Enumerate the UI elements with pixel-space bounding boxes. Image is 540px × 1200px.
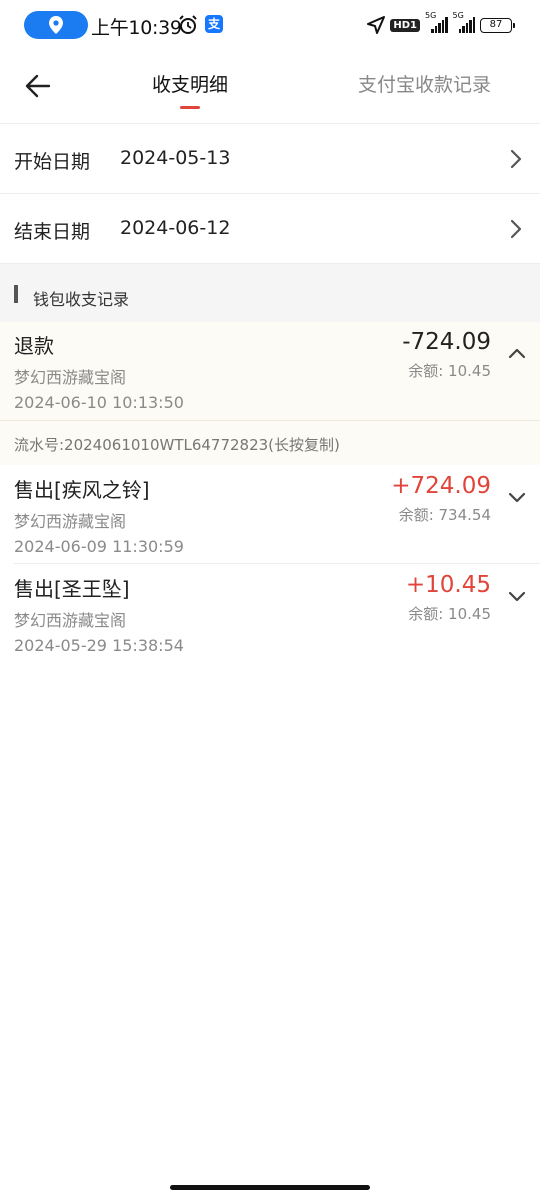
tab-income-expense[interactable]: 收支明细 [152,70,228,97]
chevron-down-icon[interactable] [508,492,526,504]
alarm-clock-icon [179,15,197,34]
start-date-value: 2024-05-13 [120,147,231,169]
record-title: 售出[圣王坠] [14,577,130,601]
location-indicator[interactable] [24,11,88,39]
serial-number-row[interactable]: 流水号:2024061010WTL64772823(长按复制) [0,420,540,465]
record-item[interactable]: 售出[圣王坠] 梦幻西游藏宝阁 2024-05-29 15:38:54 +10.… [0,565,540,663]
status-icons: HD1 5G 5G 87 [367,11,515,37]
record-title: 售出[疾风之铃] [14,478,150,502]
top-nav: 收支明细 支付宝收款记录 [0,50,540,124]
record-item[interactable]: 退款 梦幻西游藏宝阁 2024-06-10 10:13:50 -724.09 余… [0,322,540,465]
record-amount: +724.09 [391,473,491,499]
serial-number[interactable]: 流水号:2024061010WTL64772823(长按复制) [14,434,340,455]
signal-strength-icon: 5G [453,11,475,33]
record-amount: +10.45 [405,572,491,598]
section-header: 钱包收支记录 [0,264,540,322]
hd-voice-badge: HD1 [390,18,420,32]
chevron-down-icon[interactable] [508,591,526,603]
record-shop: 梦幻西游藏宝阁 [14,611,127,630]
chevron-right-icon [510,219,522,239]
end-date-row[interactable]: 结束日期 2024-06-12 [0,195,540,264]
record-time: 2024-05-29 15:38:54 [14,636,184,655]
clock: 上午10:39 [91,17,182,39]
record-time: 2024-06-10 10:13:50 [14,393,184,412]
battery-level: 87 [489,18,503,30]
record-time: 2024-06-09 11:30:59 [14,537,184,556]
start-date-label: 开始日期 [14,151,91,173]
tab-alipay-records[interactable]: 支付宝收款记录 [358,70,491,97]
battery-icon: 87 [480,17,515,33]
record-shop: 梦幻西游藏宝阁 [14,368,127,387]
signal-strength-icon: 5G [425,11,448,33]
end-date-label: 结束日期 [14,221,91,243]
record-shop: 梦幻西游藏宝阁 [14,512,127,531]
chevron-up-icon[interactable] [508,347,526,359]
record-balance: 余额: 10.45 [408,605,491,623]
status-bar: 上午10:39 支 HD1 5G 5G 87 [0,0,540,50]
record-item[interactable]: 售出[疾风之铃] 梦幻西游藏宝阁 2024-06-09 11:30:59 +72… [0,466,540,564]
record-title: 退款 [14,334,54,358]
back-arrow-icon[interactable] [20,68,56,104]
row-divider [14,563,540,564]
record-balance: 余额: 734.54 [398,506,491,524]
start-date-row[interactable]: 开始日期 2024-05-13 [0,125,540,194]
active-tab-indicator [180,106,200,109]
section-marker [14,285,18,303]
alipay-notification-icon: 支 [205,15,223,33]
section-title: 钱包收支记录 [33,290,130,309]
chevron-right-icon [510,149,522,169]
record-amount: -724.09 [402,329,491,355]
record-balance: 余额: 10.45 [408,362,491,380]
navigation-arrow-icon [367,16,386,34]
end-date-value: 2024-06-12 [120,217,231,239]
home-indicator[interactable] [170,1185,370,1190]
location-pin-icon [49,16,63,34]
